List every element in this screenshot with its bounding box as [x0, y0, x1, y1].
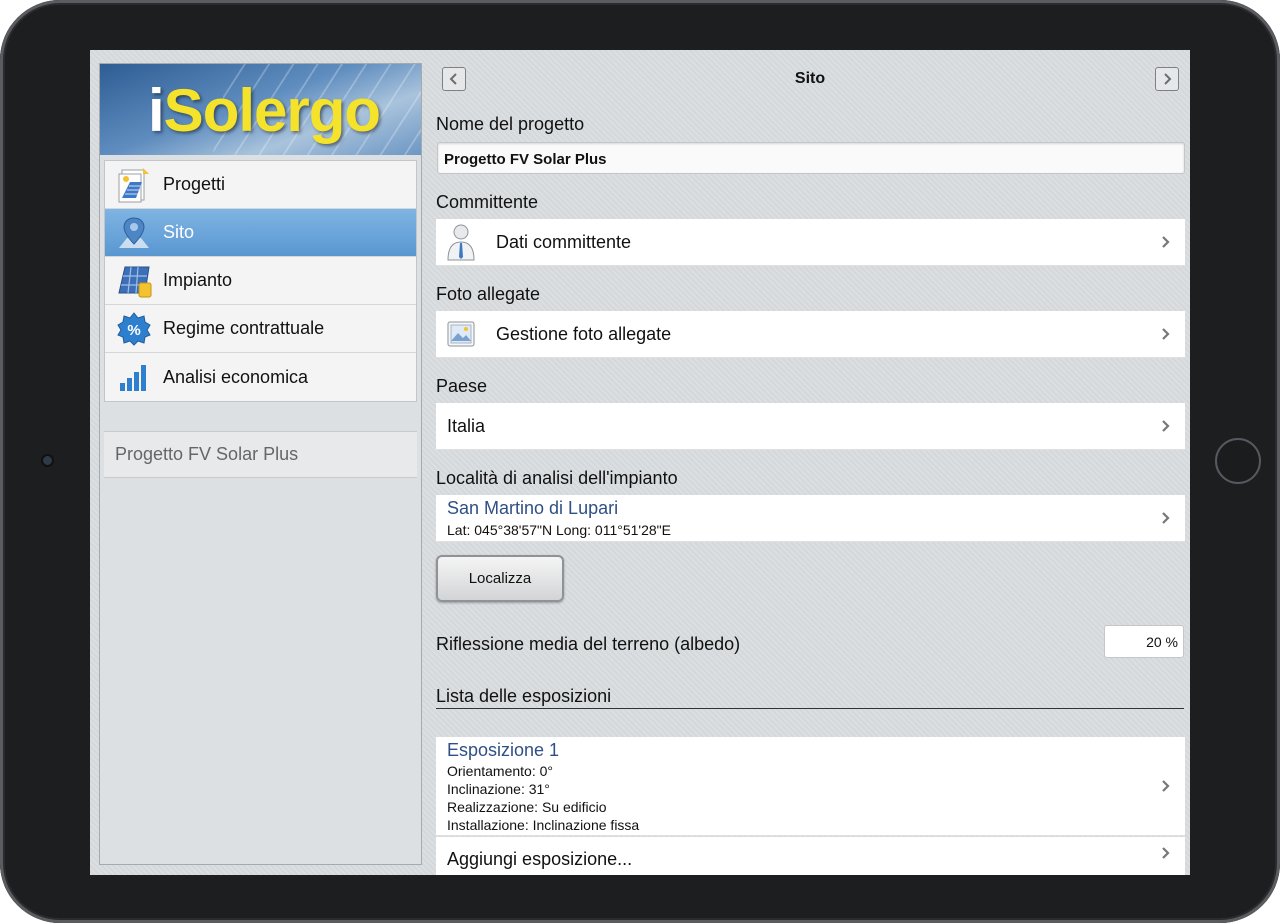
country-value: Italia	[447, 415, 486, 436]
photos-cell[interactable]: Gestione foto allegate	[436, 311, 1185, 358]
locate-button[interactable]: Localizza	[436, 555, 564, 602]
logo-text: iSolergo	[148, 77, 381, 144]
sidebar-item-label: Regime contrattuale	[163, 318, 325, 338]
location-coordinates: Lat: 045°38'57"N Long: 011°51'28"E	[447, 522, 671, 538]
percent-badge-icon: %	[105, 305, 163, 353]
svg-text:%: %	[127, 322, 140, 339]
albedo-input[interactable]: 20 %	[1104, 625, 1184, 658]
solar-panel-icon	[105, 257, 163, 305]
sidebar-item-label: Impianto	[163, 270, 233, 290]
sidebar-item-analisi-economica[interactable]: Analisi economica	[105, 353, 416, 401]
sidebar-item-label: Analisi economica	[163, 366, 309, 387]
photos-cell-label: Gestione foto allegate	[496, 323, 672, 344]
chevron-right-icon	[1162, 512, 1170, 524]
app-logo: iSolergo	[100, 64, 421, 155]
country-cell[interactable]: Italia	[436, 403, 1185, 450]
photos-label: Foto allegate	[436, 284, 541, 304]
exposure-title: Esposizione 1	[447, 740, 560, 760]
front-camera	[41, 454, 54, 467]
forward-button[interactable]	[1155, 67, 1179, 91]
exposures-label: Lista delle esposizioni	[436, 686, 612, 706]
chevron-right-icon	[1162, 328, 1170, 340]
sidebar-item-label: Sito	[163, 222, 195, 242]
person-icon	[438, 219, 484, 265]
chevron-right-icon	[1162, 420, 1170, 432]
ipad-frame: iSolergo Progetti Sito Impianto % Regime…	[0, 0, 1280, 923]
country-label: Paese	[436, 376, 488, 396]
sidebar-item-label: Progetti	[163, 174, 226, 194]
chevron-right-icon	[1164, 73, 1172, 85]
albedo-label: Riflessione media del terreno (albedo)	[436, 634, 741, 654]
project-name-field[interactable]: Progetto FV Solar Plus	[437, 142, 1185, 174]
chevron-right-icon	[1162, 236, 1170, 248]
bar-chart-icon	[105, 353, 163, 401]
exposure-installation: Installazione: Inclinazione fissa	[447, 817, 640, 833]
app-screen: iSolergo Progetti Sito Impianto % Regime…	[90, 50, 1190, 875]
sidebar: iSolergo Progetti Sito Impianto % Regime…	[99, 63, 422, 865]
exposure-orientation: Orientamento: 0°	[447, 763, 553, 779]
sidebar-item-progetti[interactable]: Progetti	[105, 161, 416, 209]
exposure-construction: Realizzazione: Su edificio	[447, 799, 607, 815]
projects-icon	[105, 161, 163, 209]
location-pin-icon	[105, 209, 163, 257]
section-divider	[436, 708, 1184, 709]
client-label: Committente	[436, 192, 539, 212]
client-cell-label: Dati committente	[496, 231, 632, 252]
page-title: Sito	[794, 70, 826, 87]
add-exposure-cell[interactable]: Aggiungi esposizione...	[436, 837, 1185, 875]
exposure-cell[interactable]: Esposizione 1 Orientamento: 0° Inclinazi…	[436, 737, 1185, 836]
home-button[interactable]	[1215, 438, 1261, 484]
chevron-right-icon	[1162, 780, 1170, 792]
exposure-inclination: Inclinazione: 31°	[447, 781, 550, 797]
main-panel: Sito Nome del progetto Progetto FV Solar…	[435, 50, 1185, 875]
location-cell[interactable]: San Martino di Lupari Lat: 045°38'57"N L…	[436, 495, 1185, 542]
sidebar-item-sito[interactable]: Sito	[105, 209, 416, 257]
sidebar-item-impianto[interactable]: Impianto	[105, 257, 416, 305]
sidebar-item-regime-contrattuale[interactable]: % Regime contrattuale	[105, 305, 416, 353]
project-name-label: Nome del progetto	[436, 114, 585, 134]
current-project-label[interactable]: Progetto FV Solar Plus	[104, 431, 417, 478]
add-exposure-label: Aggiungi esposizione...	[447, 848, 633, 869]
location-label: Località di analisi dell'impianto	[436, 468, 678, 488]
chevron-right-icon	[1162, 847, 1170, 859]
client-cell[interactable]: Dati committente	[436, 219, 1185, 266]
location-name: San Martino di Lupari	[447, 498, 619, 518]
sidebar-menu: Progetti Sito Impianto % Regime contratt…	[104, 160, 417, 402]
image-icon	[438, 311, 484, 357]
